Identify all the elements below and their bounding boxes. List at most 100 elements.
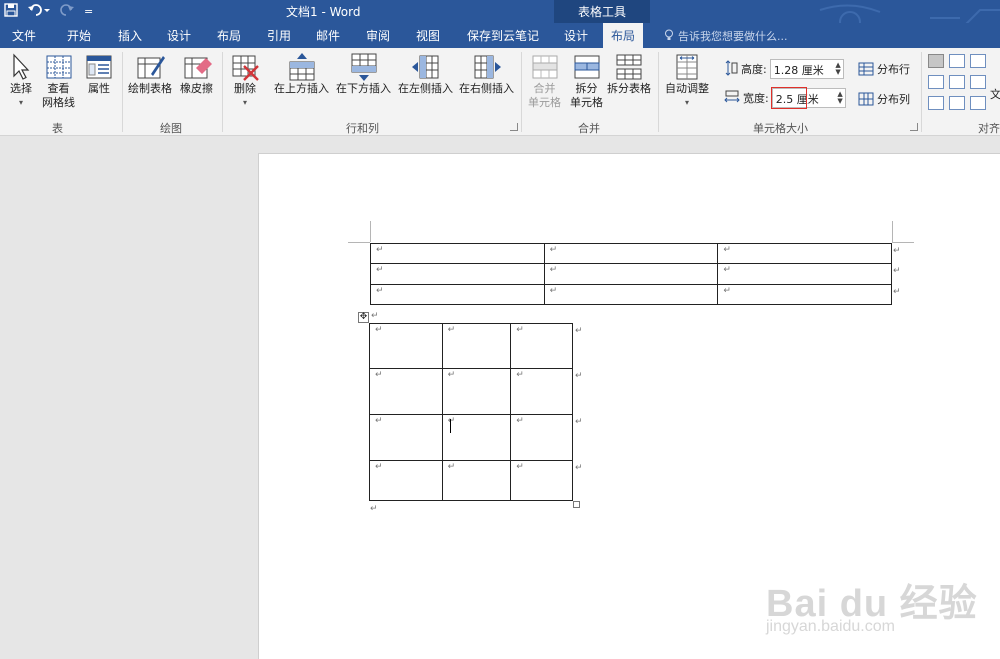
tab-file[interactable]: 文件 [12, 27, 36, 44]
distribute-rows-button[interactable]: 分布行 [858, 61, 910, 77]
table-cell[interactable]: ↵ [510, 323, 573, 369]
customize-qat-button[interactable]: = [84, 5, 93, 18]
group-label-align: 对齐 [978, 122, 1000, 135]
table-resize-handle-icon[interactable] [573, 501, 580, 508]
width-spinner[interactable]: 2.5 厘米 ▲ ▼ [770, 87, 846, 109]
dialog-launcher-icon[interactable] [910, 123, 918, 131]
table-cell[interactable]: ↵ [441, 368, 512, 415]
cell-mark: ↵ [375, 462, 383, 472]
align-top-center-icon[interactable] [949, 54, 965, 68]
tab-insert[interactable]: 插入 [118, 27, 142, 44]
table-cell[interactable]: ↵ [510, 414, 573, 461]
group-separator [122, 52, 123, 132]
tab-references[interactable]: 引用 [267, 27, 291, 44]
table-move-handle-icon[interactable]: ✥ [358, 312, 369, 323]
align-top-right-icon[interactable] [970, 54, 986, 68]
table-cell[interactable]: ↵ [369, 368, 443, 415]
tab-mailings[interactable]: 邮件 [316, 27, 340, 44]
table-2[interactable]: ↵ ↵ ↵ ↵ ↵ ↵ ↵ ↵ ↵ ↵ ↵ ↵ [369, 323, 573, 501]
draw-table-button[interactable]: 绘制表格 [128, 52, 172, 96]
split-cells-button[interactable]: 拆分 单元格 [570, 52, 603, 110]
table-cell[interactable]: ↵ [441, 323, 512, 369]
tab-home[interactable]: 开始 [67, 27, 91, 44]
properties-button[interactable]: 属性 [84, 52, 114, 96]
insert-below-button[interactable]: 在下方插入 [336, 52, 391, 96]
eraser-button[interactable]: 橡皮擦 [180, 52, 213, 96]
autofit-button[interactable]: 自动调整 ▾ [665, 52, 709, 110]
crop-mark [892, 242, 914, 243]
group-label-draw: 绘图 [160, 122, 182, 135]
spinner-arrows-icon[interactable]: ▲ ▼ [835, 62, 840, 76]
tab-layout[interactable]: 布局 [217, 27, 241, 44]
tab-design[interactable]: 设计 [167, 27, 191, 44]
table-1[interactable]: ↵ ↵ ↵ ↵ ↵ ↵ ↵ ↵ ↵ [370, 243, 892, 305]
align-middle-left-icon[interactable] [928, 75, 944, 89]
group-label-cell-size: 单元格大小 [753, 122, 808, 135]
table-cell[interactable]: ↵ [543, 243, 719, 264]
end-of-row-mark: ↵ [575, 371, 583, 381]
table-cell[interactable]: ↵ [510, 368, 573, 415]
table-cell[interactable]: ↵ [441, 460, 512, 501]
insert-right-icon [474, 55, 501, 79]
cell-mark: ↵ [516, 462, 524, 472]
table-cell[interactable]: ↵ [717, 243, 892, 264]
align-top-left-icon[interactable] [928, 54, 944, 68]
crop-mark [348, 242, 370, 243]
insert-left-button[interactable]: 在左侧插入 [398, 52, 453, 96]
cell-mark: ↵ [549, 245, 558, 255]
tab-table-layout[interactable]: 布局 [603, 23, 644, 48]
split-cells-icon [574, 55, 599, 79]
distribute-columns-button[interactable]: 分布列 [858, 91, 910, 107]
tab-review[interactable]: 审阅 [366, 27, 390, 44]
view-gridlines-button[interactable]: 查看 网格线 [42, 52, 75, 110]
insert-right-button[interactable]: 在右侧插入 [459, 52, 514, 96]
table-cell[interactable]: ↵ [717, 284, 892, 305]
dropdown-arrow-icon: ▾ [684, 98, 689, 107]
table-cell[interactable]: ↵ [369, 414, 443, 461]
distribute-rows-icon [858, 62, 874, 76]
table-cell[interactable]: ↵ [543, 263, 719, 285]
end-of-row-mark: ↵ [575, 417, 583, 427]
distribute-columns-icon [858, 92, 874, 106]
dropdown-arrow-icon: ▾ [18, 98, 23, 107]
undo-icon[interactable] [28, 3, 50, 21]
tab-view[interactable]: 视图 [416, 27, 440, 44]
table-cell[interactable]: ↵ [370, 263, 545, 285]
height-spinner[interactable]: 1.28 厘米 ▲ ▼ [769, 59, 844, 79]
table-cell[interactable]: ↵ [510, 460, 573, 501]
table-cell[interactable]: ↵ [369, 460, 443, 501]
height-row: 高度: 1.28 厘米 ▲ ▼ [724, 59, 844, 79]
insert-left-icon [411, 55, 438, 79]
cell-mark: ↵ [375, 416, 383, 426]
merge-cells-button[interactable]: 合并 单元格 [528, 52, 561, 110]
dialog-launcher-icon[interactable] [510, 123, 518, 131]
table-cell[interactable]: ↵ [717, 263, 892, 285]
tell-me-placeholder: 告诉我您想要做什么... [678, 30, 788, 43]
cell-mark: ↵ [516, 416, 524, 426]
insert-above-button[interactable]: 在上方插入 [274, 52, 329, 96]
tab-save-cloud-notes[interactable]: 保存到云笔记 [467, 27, 539, 44]
align-middle-right-icon[interactable] [970, 75, 986, 89]
delete-button[interactable]: 删除 ▾ [230, 52, 260, 110]
split-table-button[interactable]: 拆分表格 [607, 52, 651, 96]
table-cell[interactable]: ↵ [370, 284, 545, 305]
save-icon[interactable] [4, 2, 18, 21]
table-cell[interactable]: ↵ [369, 323, 443, 369]
cell-mark: ↵ [376, 286, 384, 296]
tell-me-box[interactable]: 告诉我您想要做什么... [664, 28, 788, 44]
table-cell[interactable]: ↵ [370, 243, 545, 264]
select-button[interactable]: 选择 ▾ [6, 52, 36, 110]
table-cell[interactable]: ↵ [441, 414, 512, 461]
redo-icon[interactable] [60, 3, 74, 21]
spinner-arrows-icon[interactable]: ▲ ▼ [837, 91, 842, 105]
text-direction-button[interactable]: 文 [990, 86, 1000, 102]
align-middle-center-icon[interactable] [949, 75, 965, 89]
align-bottom-left-icon[interactable] [928, 96, 944, 110]
table-properties-icon [86, 55, 112, 79]
dropdown-arrow-icon: ▾ [242, 98, 247, 107]
end-of-row-mark: ↵ [893, 287, 901, 297]
tab-table-design[interactable]: 设计 [564, 27, 588, 44]
align-bottom-center-icon[interactable] [949, 96, 965, 110]
table-cell[interactable]: ↵ [543, 284, 719, 305]
align-bottom-right-icon[interactable] [970, 96, 986, 110]
